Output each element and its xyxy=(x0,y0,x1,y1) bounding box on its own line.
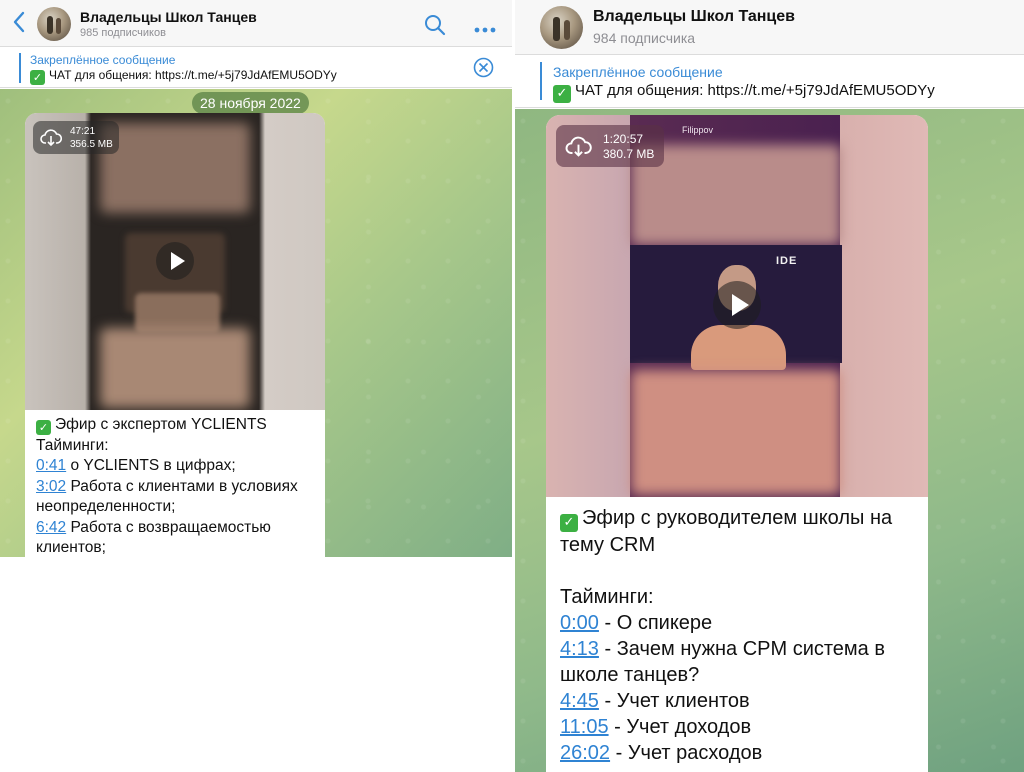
channel-header: Владельцы Школ Танцев 985 подписчиков xyxy=(0,0,512,47)
post-title-row: ✓ Эфир с экспертом YCLIENTS xyxy=(36,415,314,436)
video-thumbnail[interactable]: IDE Filippov 1:20:57 380.7 MB xyxy=(546,115,928,497)
pinned-accent-bar xyxy=(540,62,542,100)
date-separator: 28 ноября 2022 xyxy=(192,92,309,114)
pinned-text: ЧАТ для общения: https://t.me/+5j79JdAfE… xyxy=(49,68,337,82)
pinned-message[interactable]: Закреплённое сообщение ✓ ЧАТ для общения:… xyxy=(0,48,512,88)
search-icon[interactable] xyxy=(424,14,446,36)
avatar-figure xyxy=(56,18,61,34)
timestamp-link[interactable]: 6:42 xyxy=(36,519,66,536)
timings-label: Тайминги: xyxy=(560,586,654,608)
pinned-text: ЧАТ для общения: https://t.me/+5j79JdAfE… xyxy=(575,82,935,99)
back-chevron-icon[interactable] xyxy=(12,10,32,36)
channel-title[interactable]: Владельцы Школ Танцев xyxy=(593,8,795,26)
video-duration: 1:20:57 xyxy=(603,132,644,146)
blurred-face xyxy=(100,123,250,213)
video-download-badge[interactable]: 1:20:57 380.7 MB xyxy=(556,125,664,167)
channel-avatar[interactable] xyxy=(37,7,71,41)
video-thumbnail[interactable]: 47:21 356.5 MB xyxy=(25,113,325,410)
pinned-text-row: ✓ ЧАТ для общения: https://t.me/+5j79JdAf… xyxy=(553,82,935,103)
blurred-face xyxy=(631,370,841,495)
message-bubble: 47:21 356.5 MB ✓ Эфир с экспертом YCLIENT… xyxy=(25,113,325,557)
post-title: Эфир с руководителем школы на тему CRM xyxy=(560,507,893,556)
timing-item: 6:42 Работа с возвращаемостью клиентов; xyxy=(36,518,314,558)
pinned-title: Закреплённое сообщение xyxy=(30,53,176,67)
timing-text: Работа с возвращаемостью клиентов; xyxy=(36,518,271,557)
channel-header: Владельцы Школ Танцев 984 подписчика xyxy=(515,0,1024,55)
video-overlay-text: Filippov xyxy=(682,125,714,135)
backdrop-logo: IDE xyxy=(776,255,798,267)
timing-text: - Зачем нужна CPM система в школе танцев… xyxy=(560,638,885,686)
video-size: 380.7 MB xyxy=(603,147,655,161)
timing-item: 4:13 - Зачем нужна CPM система в школе т… xyxy=(560,636,914,688)
video-download-badge[interactable]: 47:21 356.5 MB xyxy=(33,121,119,154)
timestamp-link[interactable]: 0:41 xyxy=(36,457,66,474)
timestamp-link[interactable]: 0:00 xyxy=(560,612,599,634)
avatar-figure xyxy=(564,20,570,40)
post-title: Эфир с экспертом YCLIENTS xyxy=(55,416,267,433)
more-options-icon[interactable] xyxy=(474,20,496,33)
timing-item: 26:02 - Учет расходов xyxy=(560,740,914,766)
timing-item: 0:00 - О спикере xyxy=(560,610,914,636)
post-text: ✓ Эфир с руководителем школы на тему CRM … xyxy=(546,505,928,766)
pinned-title: Закреплённое сообщение xyxy=(553,64,723,80)
telegram-channel-right: Владельцы Школ Танцев 984 подписчика Зак… xyxy=(515,0,1024,772)
message-bubble: IDE Filippov 1:20:57 380.7 MB ✓ Эфир с ру… xyxy=(546,115,928,772)
channel-title[interactable]: Владельцы Школ Танцев xyxy=(80,9,257,25)
post-text: ✓ Эфир с экспертом YCLIENTS Тайминги: 0:4… xyxy=(25,415,325,557)
pinned-message[interactable]: Закреплённое сообщение ✓ ЧАТ для общения:… xyxy=(515,56,1024,108)
pinned-text-row: ✓ ЧАТ для общения: https://t.me/+5j79JdAf… xyxy=(30,68,337,85)
timing-item: 0:41 о YCLIENTS в цифрах; xyxy=(36,456,314,477)
check-mark-icon: ✓ xyxy=(30,70,45,85)
timing-text: - Учет доходов xyxy=(608,716,752,738)
cloud-download-icon xyxy=(40,128,63,148)
timestamp-link[interactable]: 26:02 xyxy=(560,742,610,764)
timing-text: Работа с клиентами в условиях неопределе… xyxy=(36,477,298,516)
channel-avatar[interactable] xyxy=(540,6,583,49)
timing-item: 4:45 - Учет клиентов xyxy=(560,688,914,714)
speaker-shoulders xyxy=(135,293,220,333)
check-mark-icon: ✓ xyxy=(560,514,578,532)
blurred-face xyxy=(100,328,250,408)
post-title-row: ✓ Эфир с руководителем школы на тему CRM xyxy=(560,505,914,558)
screenshot-root: Владельцы Школ Танцев 985 подписчиков За… xyxy=(0,0,1024,772)
check-mark-icon: ✓ xyxy=(36,420,51,435)
subscriber-count: 984 подписчика xyxy=(593,30,696,46)
timing-item: 11:05 - Учет доходов xyxy=(560,714,914,740)
play-icon[interactable] xyxy=(713,281,761,329)
telegram-channel-left: Владельцы Школ Танцев 985 подписчиков За… xyxy=(0,0,512,557)
close-pinned-icon[interactable] xyxy=(473,57,494,78)
avatar-figure xyxy=(47,16,53,34)
video-size: 356.5 MB xyxy=(70,139,113,150)
subscriber-count: 985 подписчиков xyxy=(80,27,166,39)
play-icon[interactable] xyxy=(156,242,194,280)
avatar-figure xyxy=(553,17,560,41)
timing-text: - О спикере xyxy=(598,612,713,634)
timestamp-link[interactable]: 11:05 xyxy=(560,716,609,738)
video-duration: 47:21 xyxy=(70,126,96,137)
cloud-download-icon xyxy=(565,135,592,159)
timestamp-link[interactable]: 3:02 xyxy=(36,478,66,495)
timing-text: - Учет расходов xyxy=(610,742,763,764)
timings-label: Тайминги: xyxy=(36,436,109,454)
pinned-accent-bar xyxy=(19,53,21,83)
timestamp-link[interactable]: 4:45 xyxy=(560,690,599,712)
timing-text: - Учет клиентов xyxy=(598,690,750,712)
check-mark-icon: ✓ xyxy=(553,85,571,103)
timestamp-link[interactable]: 4:13 xyxy=(560,638,599,660)
timing-item: 3:02 Работа с клиентами в условиях неопр… xyxy=(36,477,314,518)
speaker-shirt xyxy=(691,325,786,370)
timing-text: о YCLIENTS в цифрах; xyxy=(66,457,236,474)
